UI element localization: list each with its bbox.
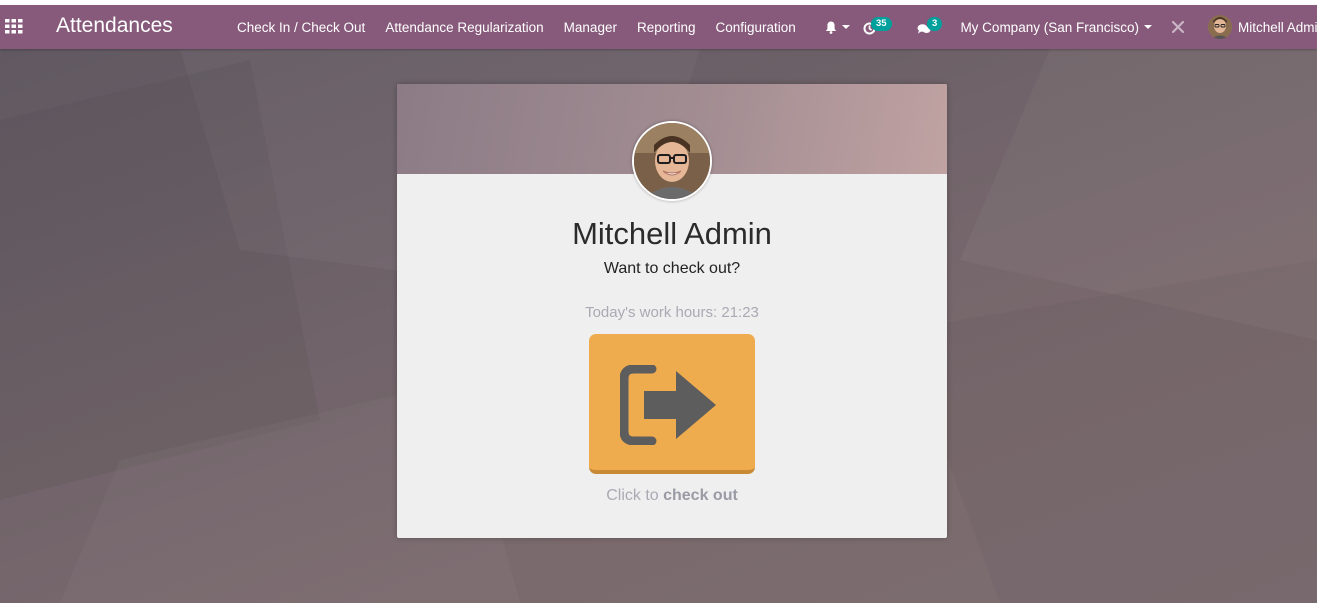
menu-item-check-in-out[interactable]: Check In / Check Out (227, 20, 375, 35)
debug-tools-icon (1171, 20, 1185, 34)
debug-tools[interactable] (1171, 5, 1185, 49)
chevron-down-icon (842, 25, 850, 29)
apps-grid-icon[interactable] (5, 17, 23, 35)
company-label: My Company (San Francisco) (960, 19, 1139, 35)
chevron-down-icon (1144, 25, 1152, 29)
employee-name: Mitchell Admin (572, 216, 772, 251)
menu-item-manager[interactable]: Manager (554, 20, 627, 35)
user-name: Mitchell Admin (1238, 19, 1317, 35)
avatar (1208, 15, 1232, 39)
checkout-question: Want to check out? (603, 260, 741, 277)
company-switcher[interactable]: My Company (San Francisco) (960, 5, 1152, 49)
notifications-dropdown[interactable] (825, 5, 850, 49)
click-hint-prefix: Click to (606, 487, 659, 504)
sign-out-icon (620, 365, 716, 445)
messaging-menu[interactable]: 3 (917, 5, 947, 49)
messages-count-badge: 3 (927, 17, 943, 31)
app-title[interactable]: Attendances (56, 14, 173, 38)
top-menu: Check In / Check Out Attendance Regulari… (227, 5, 806, 49)
work-hours: Today's work hours: 21:23 (585, 304, 759, 321)
employee-avatar (632, 121, 712, 201)
user-menu[interactable]: Mitchell Admin (1208, 5, 1317, 49)
menu-item-reporting[interactable]: Reporting (627, 20, 706, 35)
click-hint: Click to check out (397, 487, 947, 505)
main-navbar: Attendances Check In / Check Out Attenda… (0, 5, 1317, 49)
kiosk-card: Mitchell Admin Want to check out? Today'… (397, 84, 947, 538)
menu-item-configuration[interactable]: Configuration (706, 20, 806, 35)
activity-menu[interactable]: 35 (863, 5, 897, 49)
menu-item-attendance-regularization[interactable]: Attendance Regularization (375, 20, 553, 35)
activity-count-badge: 35 (871, 17, 892, 31)
check-out-button[interactable] (589, 334, 755, 474)
bell-icon (825, 21, 837, 34)
click-hint-action: check out (663, 487, 738, 504)
